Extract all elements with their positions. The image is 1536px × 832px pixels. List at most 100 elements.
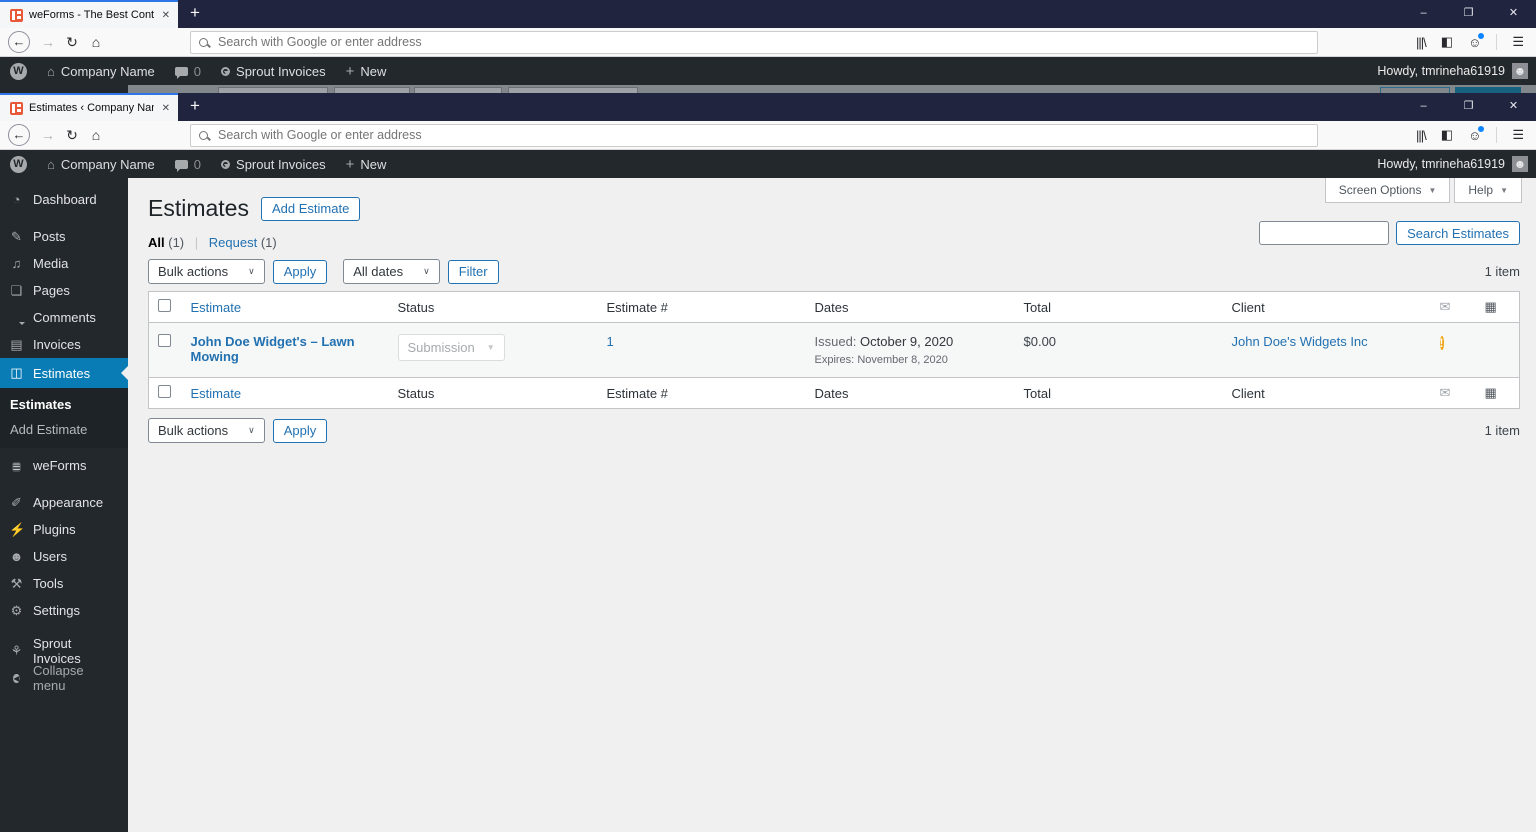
bulk-actions-select[interactable]: Bulk actions ∨ — [148, 418, 265, 443]
wordpress-logo-icon: W — [10, 155, 27, 173]
client-link[interactable]: John Doe's Widgets Inc — [1232, 334, 1368, 349]
date-filter-select[interactable]: All dates ∨ — [343, 259, 440, 284]
back-icon[interactable]: ← — [8, 31, 30, 53]
add-estimate-button[interactable]: Add Estimate — [260, 196, 361, 221]
url-input[interactable] — [216, 34, 1309, 50]
refresh-icon[interactable]: ↻ — [60, 34, 84, 51]
forward-icon[interactable]: → — [36, 127, 60, 143]
home-icon[interactable]: ⌂ — [84, 127, 108, 143]
sidebar-item-label: Sprout Invoices — [33, 635, 81, 666]
admin-sidebar: ◔ Dashboard ✎ Posts ♫ Media ❏ Pages Comm… — [0, 178, 128, 832]
sidebar-item-weforms[interactable]: ☰ weForms — [0, 452, 128, 479]
warning-icon: ! — [1439, 336, 1444, 350]
wordpress-logo-icon: W — [10, 62, 27, 80]
sidebar-item-tools[interactable]: ⚒ Tools — [0, 570, 128, 597]
sliver-content — [128, 85, 1536, 93]
sidebar-toggle-icon[interactable]: ◧ — [1441, 34, 1453, 50]
sidebar-item-settings[interactable]: ⚙ Settings — [0, 597, 128, 624]
column-estimate-sort-link[interactable]: Estimate — [191, 386, 242, 401]
sidebar-item-sprout-invoices[interactable]: ⚘ Sprout Invoices — [0, 635, 128, 666]
search-estimates-input[interactable] — [1259, 221, 1390, 245]
sidebar-item-users[interactable]: ☻ Users — [0, 543, 128, 570]
issued-date: October 9, 2020 — [860, 334, 954, 349]
wp-logo-menu[interactable]: W — [0, 150, 37, 178]
forward-icon[interactable]: → — [36, 34, 60, 50]
bulk-actions-select[interactable]: Bulk actions ∨ — [148, 259, 265, 284]
new-content-menu[interactable]: + New — [336, 57, 397, 85]
sidebar-item-collapse-menu[interactable]: ◀ Collapse menu — [0, 663, 128, 693]
restore-button[interactable]: ❐ — [1446, 0, 1491, 28]
tab-close-icon[interactable]: ✕ — [160, 10, 172, 21]
close-button[interactable]: ✕ — [1491, 93, 1536, 121]
site-name-menu[interactable]: ⌂ Company Name — [37, 150, 165, 178]
status-select[interactable]: Submission ▼ — [397, 334, 505, 361]
sprout-invoices-menu[interactable]: Sprout Invoices — [211, 57, 336, 85]
library-icon[interactable]: |||\ — [1416, 35, 1427, 50]
url-input[interactable] — [216, 127, 1309, 143]
select-all-checkbox[interactable] — [158, 385, 171, 398]
sidebar-item-pages[interactable]: ❏ Pages — [0, 277, 128, 304]
menu-icon[interactable]: ☰ — [1512, 34, 1524, 50]
sidebar-item-estimates[interactable]: ◫ Estimates — [0, 358, 128, 388]
sidebar-toggle-icon[interactable]: ◧ — [1441, 127, 1453, 143]
screen-options-button[interactable]: Screen Options ▼ — [1324, 178, 1451, 203]
apply-button[interactable]: Apply — [272, 418, 328, 443]
sidebar-item-media[interactable]: ♫ Media — [0, 250, 128, 277]
envelope-icon: ✉ — [1439, 385, 1451, 400]
comments-menu[interactable]: 0 — [165, 57, 211, 85]
select-all-checkbox[interactable] — [158, 299, 171, 312]
menu-icon[interactable]: ☰ — [1512, 127, 1524, 143]
bulk-actions-group: Bulk actions ∨ Apply — [148, 418, 328, 443]
sidebar-item-appearance[interactable]: ✐ Appearance — [0, 489, 128, 516]
account-area[interactable]: Howdy, tmrineha61919 ☻ — [1377, 156, 1536, 172]
submenu-item-estimates[interactable]: Estimates — [0, 392, 128, 417]
browser-window-weforms: weForms - The Best Contact Fo ✕ + – ❐ ✕ … — [0, 0, 1536, 93]
tab-weforms[interactable]: weForms - The Best Contact Fo ✕ — [0, 0, 178, 28]
filter-button[interactable]: Filter — [447, 259, 499, 284]
restore-button[interactable]: ❐ — [1446, 93, 1491, 121]
sidebar-item-plugins[interactable]: ⚡ Plugins — [0, 516, 128, 543]
view-request-count: (1) — [260, 235, 277, 250]
search-estimates-button[interactable]: Search Estimates — [1396, 221, 1520, 245]
sidebar-item-invoices[interactable]: ▤ Invoices — [0, 331, 128, 358]
estimate-number-link[interactable]: 1 — [607, 334, 614, 349]
apply-button[interactable]: Apply — [272, 259, 328, 284]
tools-icon: ⚒ — [10, 575, 23, 591]
url-bar[interactable] — [190, 30, 1318, 54]
view-all-link[interactable]: All — [148, 235, 165, 250]
new-content-menu[interactable]: + New — [336, 150, 397, 178]
account-area[interactable]: Howdy, tmrineha61919 ☻ — [1377, 63, 1536, 79]
chevron-down-icon: ∨ — [248, 425, 255, 435]
column-estimate-sort-link[interactable]: Estimate — [191, 300, 242, 315]
estimate-title-link[interactable]: John Doe Widget's – Lawn Mowing — [191, 334, 355, 364]
minimize-button[interactable]: – — [1401, 93, 1446, 121]
minimize-button[interactable]: – — [1401, 0, 1446, 28]
account-icon[interactable]: ☺ — [1468, 32, 1485, 50]
library-icon[interactable]: |||\ — [1416, 128, 1427, 143]
comments-menu[interactable]: 0 — [165, 150, 211, 178]
account-icon[interactable]: ☺ — [1468, 125, 1485, 143]
view-request-link[interactable]: Request — [209, 235, 257, 250]
submenu-item-add-estimate[interactable]: Add Estimate — [0, 417, 128, 442]
wp-admin-bar: W ⌂ Company Name 0 Sprout Invoices + New… — [0, 57, 1536, 85]
new-tab-button[interactable]: + — [178, 93, 212, 121]
url-bar[interactable] — [190, 123, 1318, 147]
column-total: Total — [1014, 377, 1223, 409]
wp-logo-menu[interactable]: W — [0, 57, 37, 85]
new-tab-button[interactable]: + — [178, 0, 212, 28]
refresh-icon[interactable]: ↻ — [60, 127, 84, 144]
close-button[interactable]: ✕ — [1491, 0, 1536, 28]
row-checkbox[interactable] — [158, 334, 171, 347]
sidebar-item-posts[interactable]: ✎ Posts — [0, 223, 128, 250]
sprout-invoices-menu[interactable]: Sprout Invoices — [211, 150, 336, 178]
back-icon[interactable]: ← — [8, 124, 30, 146]
sidebar-item-dashboard[interactable]: ◔ Dashboard — [0, 186, 128, 213]
tab-title: weForms - The Best Contact Fo — [29, 9, 154, 21]
sidebar-item-label: Appearance — [33, 495, 104, 510]
site-name-menu[interactable]: ⌂ Company Name — [37, 57, 165, 85]
sidebar-item-comments[interactable]: Comments — [0, 304, 128, 331]
tab-close-icon[interactable]: ✕ — [160, 103, 172, 114]
help-button[interactable]: Help ▼ — [1454, 178, 1522, 203]
tab-estimates[interactable]: Estimates ‹ Company Name — ✕ — [0, 93, 178, 121]
home-icon[interactable]: ⌂ — [84, 34, 108, 50]
